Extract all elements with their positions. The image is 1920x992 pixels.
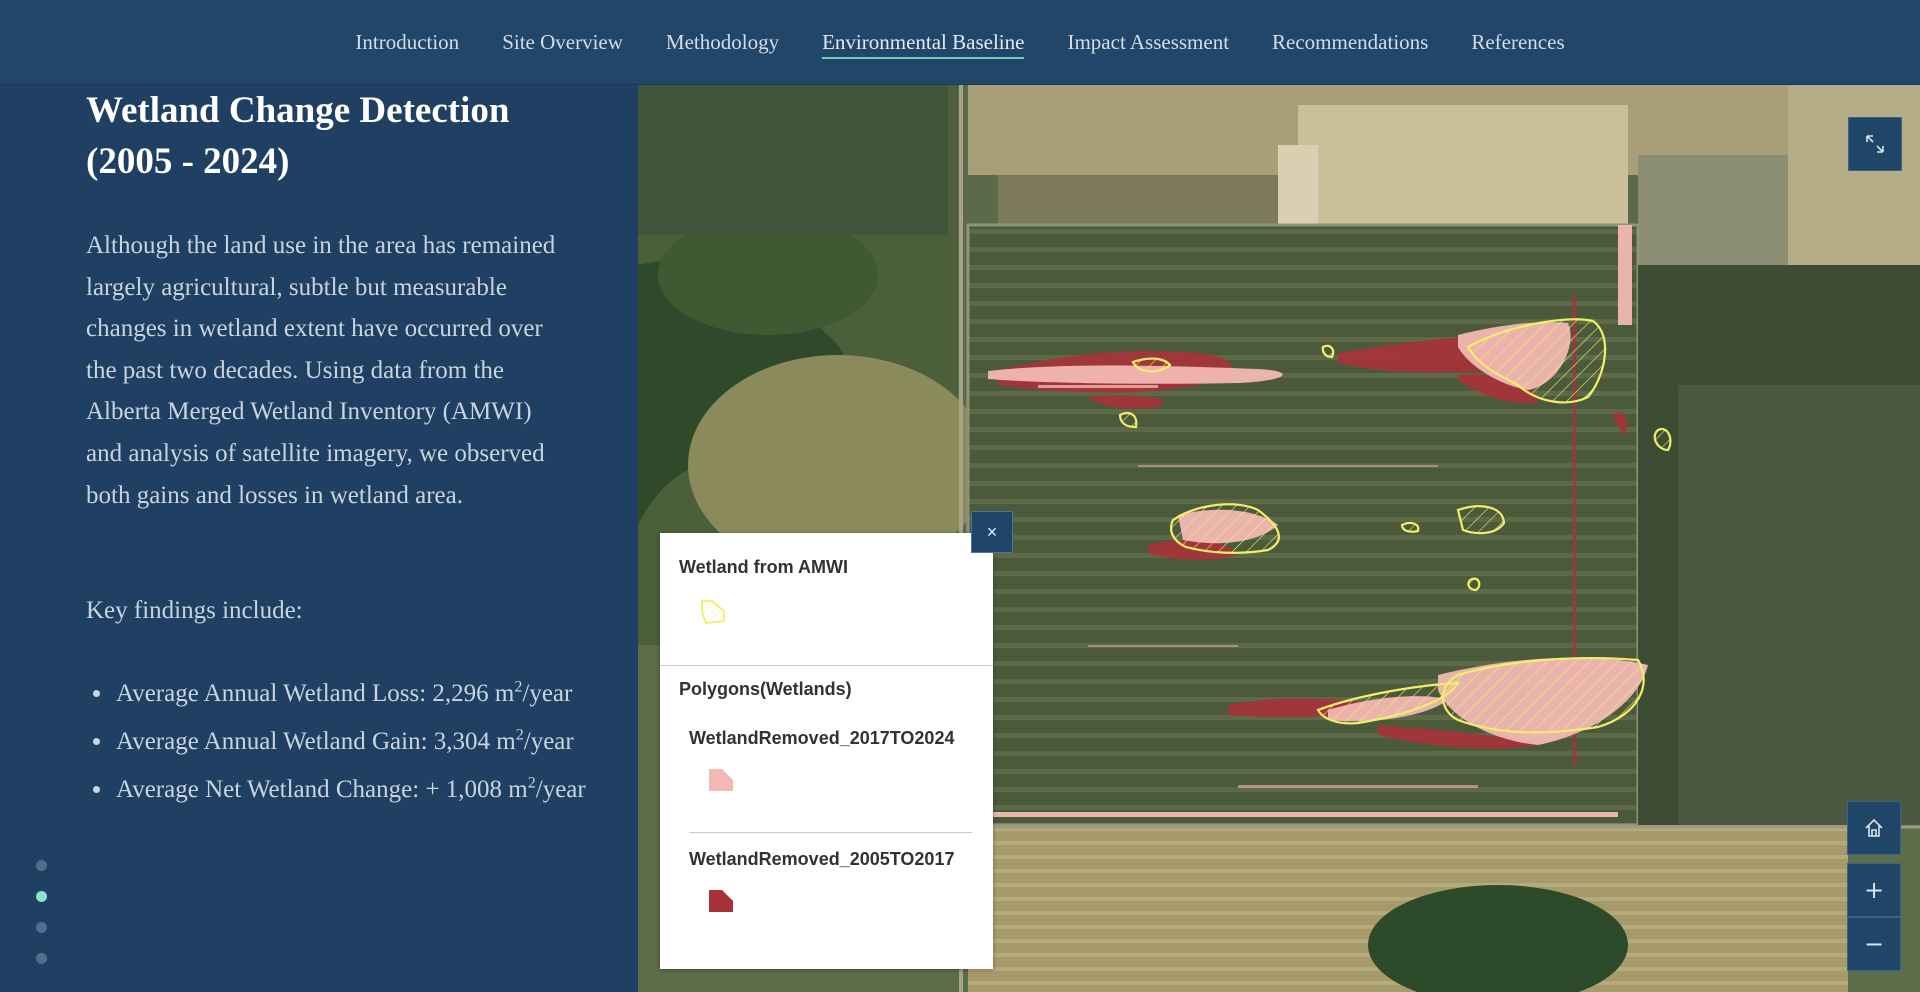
close-icon: × — [986, 521, 998, 542]
amwi-swatch-icon — [701, 600, 725, 624]
zoom-in-button[interactable]: + — [1847, 863, 1901, 917]
legend-layer-title-polygons: Polygons(Wetlands) — [679, 679, 852, 699]
section-title: Wetland Change Detection (2005 - 2024) — [86, 90, 510, 182]
home-button[interactable] — [1847, 801, 1901, 855]
legend-divider — [689, 832, 972, 833]
nav-item-impact-assessment[interactable]: Impact Assessment — [1067, 24, 1229, 61]
narrative-panel: Wetland Change Detection (2005 - 2024) A… — [0, 85, 638, 992]
top-navigation: Introduction Site Overview Methodology E… — [0, 0, 1920, 85]
section-body-text: Although the land use in the area has re… — [86, 232, 556, 509]
legend-entry-removed-2005-2017: WetlandRemoved_2005TO2017 — [689, 849, 955, 869]
zoom-out-button[interactable]: − — [1847, 917, 1901, 971]
progress-dot-active[interactable] — [36, 891, 47, 902]
finding-net-change: Average Net Wetland Change: + 1,008 m2/y… — [86, 766, 586, 814]
map-legend: Wetland from AMWI Polygons(Wetlands) Wet… — [660, 533, 993, 969]
finding-annual-gain: Average Annual Wetland Gain: 3,304 m2/ye… — [86, 718, 586, 766]
story-progress-dots — [36, 860, 47, 964]
nav-item-recommendations[interactable]: Recommendations — [1272, 24, 1428, 61]
nav-item-introduction[interactable]: Introduction — [355, 24, 459, 61]
finding-annual-loss: Average Annual Wetland Loss: 2,296 m2/ye… — [86, 670, 586, 718]
legend-layer-title-amwi: Wetland from AMWI — [679, 557, 848, 577]
expand-icon — [1866, 135, 1884, 153]
legend-divider — [660, 665, 993, 666]
home-icon — [1865, 818, 1883, 837]
nav-item-methodology[interactable]: Methodology — [666, 24, 779, 61]
nav-item-site-overview[interactable]: Site Overview — [502, 24, 623, 61]
progress-dot[interactable] — [36, 953, 47, 964]
legend-close-button[interactable]: × — [971, 511, 1013, 553]
progress-dot[interactable] — [36, 922, 47, 933]
nav-item-references[interactable]: References — [1471, 24, 1564, 61]
removed-2017-2024-swatch-icon — [709, 769, 733, 791]
removed-2005-2017-swatch-icon — [709, 890, 733, 912]
fullscreen-button[interactable] — [1848, 117, 1902, 171]
key-findings-list: Average Annual Wetland Loss: 2,296 m2/ye… — [86, 670, 586, 814]
key-findings-heading: Key findings include: — [86, 597, 303, 624]
progress-dot[interactable] — [36, 860, 47, 871]
legend-entry-removed-2017-2024: WetlandRemoved_2017TO2024 — [689, 728, 955, 748]
nav-item-environmental-baseline[interactable]: Environmental Baseline — [822, 24, 1025, 61]
